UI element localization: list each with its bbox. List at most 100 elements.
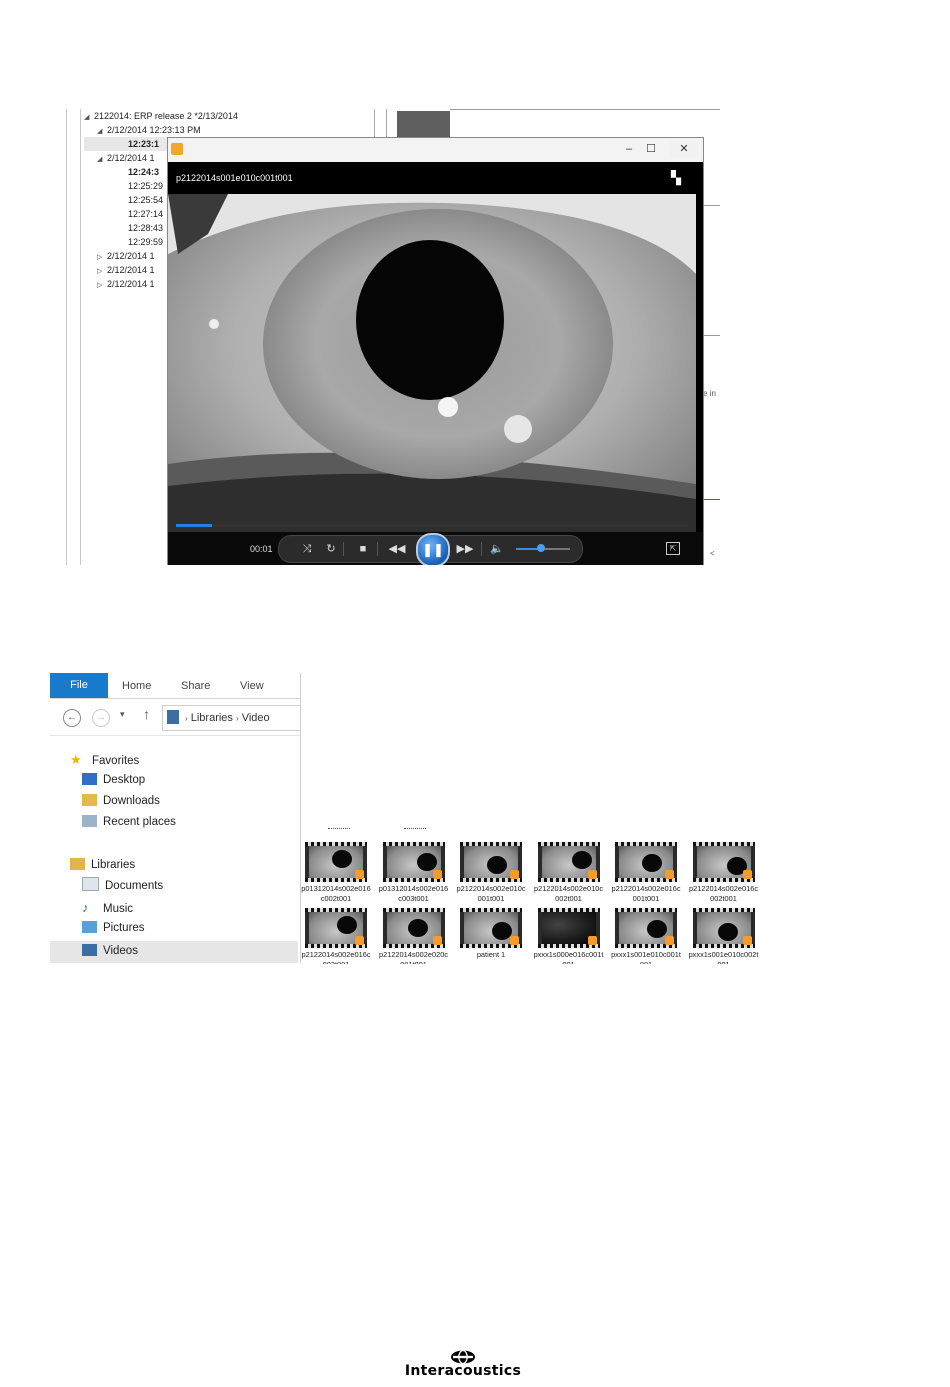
- repeat-icon[interactable]: ↻: [321, 536, 341, 562]
- chevron-right-icon: ›: [235, 714, 239, 723]
- pupil-image: [407, 919, 428, 937]
- video-file-name: p01312014s002e016c002t001: [301, 884, 371, 903]
- video-thumbnail[interactable]: [460, 842, 522, 882]
- nav-pictures[interactable]: Pictures: [70, 918, 176, 939]
- nav-label: Libraries: [91, 859, 136, 871]
- play-overlay-icon: [510, 870, 519, 879]
- video-thumbnail[interactable]: [692, 908, 755, 948]
- video-frame[interactable]: [168, 194, 696, 532]
- tab-home[interactable]: Home: [122, 673, 151, 700]
- right-pane-text: <: [710, 549, 715, 558]
- maximize-button[interactable]: ☐: [641, 141, 661, 157]
- nav-label: Music: [103, 903, 134, 915]
- video-thumbnail[interactable]: [460, 908, 522, 948]
- film-strip-icon: [692, 842, 755, 846]
- nav-desktop[interactable]: Desktop: [70, 770, 176, 791]
- switch-view-icon[interactable]: ▚: [671, 162, 681, 194]
- film-strip-icon: [615, 908, 677, 912]
- video-thumbnail[interactable]: [382, 842, 445, 882]
- pane-splitter[interactable]: [386, 109, 387, 139]
- video-thumbnail[interactable]: [305, 908, 367, 948]
- video-thumbnail[interactable]: [615, 842, 677, 882]
- tree-session[interactable]: ◢ 2/12/2014 12:23:13 PM: [84, 123, 238, 137]
- downloads-icon: [82, 794, 97, 806]
- film-strip-icon: [382, 842, 445, 846]
- pictures-icon: [82, 921, 97, 933]
- media-player-window[interactable]: – ☐ ✕ p2122014s001e010c001t001 ▚ 00:01 ⤨…: [167, 137, 704, 565]
- player-controls: 00:01 ⤨ ↻ ■ ◀◀ ❚❚ ▶▶ 🔈 ⇱: [168, 532, 703, 565]
- video-thumbnail[interactable]: [305, 842, 367, 882]
- desktop-icon: [82, 773, 97, 785]
- pupil-image: [642, 854, 662, 872]
- video-thumbnail[interactable]: [537, 908, 600, 948]
- nav-recent-places[interactable]: Recent places: [70, 812, 176, 833]
- breadcrumb-libraries[interactable]: Libraries: [191, 712, 233, 724]
- recent-locations-icon[interactable]: ▾: [120, 709, 125, 720]
- play-overlay-icon: [587, 936, 597, 945]
- collapsed-arrow-icon[interactable]: ▷: [97, 279, 107, 293]
- volume-knob[interactable]: [537, 544, 545, 552]
- video-file-name: patient 1: [476, 950, 506, 959]
- expanded-arrow-icon[interactable]: ◢: [97, 153, 107, 167]
- nav-label: Downloads: [103, 795, 160, 807]
- play-overlay-icon: [432, 936, 442, 945]
- video-thumbnail[interactable]: [537, 842, 600, 882]
- nav-libraries[interactable]: Libraries: [70, 855, 176, 876]
- divider: [450, 109, 720, 110]
- previous-icon[interactable]: ◀◀: [385, 536, 409, 562]
- video-thumbnail[interactable]: [615, 908, 677, 948]
- media-player-app-icon: [171, 143, 183, 155]
- play-overlay-icon: [587, 870, 597, 879]
- nav-label: Documents: [105, 880, 164, 892]
- nav-music[interactable]: ♪ Music: [70, 897, 176, 918]
- close-button[interactable]: ✕: [670, 141, 698, 157]
- tab-file[interactable]: File: [50, 673, 108, 698]
- stop-icon[interactable]: ■: [353, 536, 373, 562]
- video-thumbnail-grid: p01312014s002e016c002t001 p01312014s002e0…: [300, 828, 760, 964]
- nav-downloads[interactable]: Downloads: [70, 791, 176, 812]
- seek-bar[interactable]: [176, 524, 688, 527]
- video-file-name: p2122014s002e016c002t001: [688, 884, 759, 903]
- documents-icon: [82, 877, 99, 891]
- fullscreen-icon[interactable]: ⇱: [666, 542, 680, 555]
- address-bar[interactable]: › Libraries › Video: [162, 705, 300, 731]
- nav-videos-selected[interactable]: Videos: [50, 941, 298, 963]
- pupil-image: [416, 853, 437, 871]
- video-thumbnail[interactable]: [382, 908, 445, 948]
- up-icon[interactable]: ↑: [143, 706, 150, 722]
- volume-icon[interactable]: 🔈: [487, 536, 507, 562]
- forward-icon[interactable]: →: [92, 709, 110, 727]
- breadcrumb-videos[interactable]: Video: [242, 712, 270, 724]
- nav-favorites[interactable]: ★ Favorites: [70, 749, 176, 770]
- tree-root[interactable]: ◢ 2122014: ERP release 2 *2/13/2014: [84, 109, 238, 123]
- video-file-name: p01312014s002e016c003t001: [378, 884, 449, 903]
- expanded-arrow-icon[interactable]: ◢: [97, 125, 107, 139]
- player-titlebar[interactable]: – ☐ ✕: [168, 138, 703, 162]
- video-file-name: pxxx1s001e010c002t001: [688, 950, 759, 964]
- tab-share[interactable]: Share: [181, 673, 210, 700]
- minimize-button[interactable]: –: [619, 141, 639, 157]
- pupil-image: [571, 851, 592, 869]
- video-title: p2122014s001e010c001t001: [176, 173, 293, 183]
- play-overlay-icon: [510, 936, 519, 945]
- player-header: p2122014s001e010c001t001 ▚: [168, 162, 703, 194]
- recording-browser-screenshot: ◢ 2122014: ERP release 2 *2/13/2014 ◢ 2/12…: [50, 109, 720, 565]
- pane-splitter[interactable]: [374, 109, 375, 139]
- divider: [377, 542, 378, 556]
- file-explorer-screenshot: File Home Share View ← → ▾ ↑ › Libraries…: [50, 673, 301, 963]
- pause-icon[interactable]: ❚❚: [416, 533, 450, 565]
- back-icon[interactable]: ←: [63, 709, 81, 727]
- play-overlay-icon: [355, 936, 364, 945]
- film-strip-icon: [692, 908, 755, 912]
- nav-documents[interactable]: Documents: [70, 876, 176, 897]
- recent-places-icon: [82, 815, 97, 827]
- nav-videos[interactable]: Videos: [82, 941, 138, 962]
- expanded-arrow-icon[interactable]: ◢: [84, 111, 94, 125]
- video-thumbnail[interactable]: [692, 842, 755, 882]
- tree-border: [66, 109, 67, 565]
- play-overlay-icon: [665, 936, 674, 945]
- shuffle-icon[interactable]: ⤨: [297, 536, 317, 562]
- elapsed-time: 00:01: [250, 544, 273, 554]
- tab-view[interactable]: View: [240, 673, 264, 700]
- next-icon[interactable]: ▶▶: [453, 536, 477, 562]
